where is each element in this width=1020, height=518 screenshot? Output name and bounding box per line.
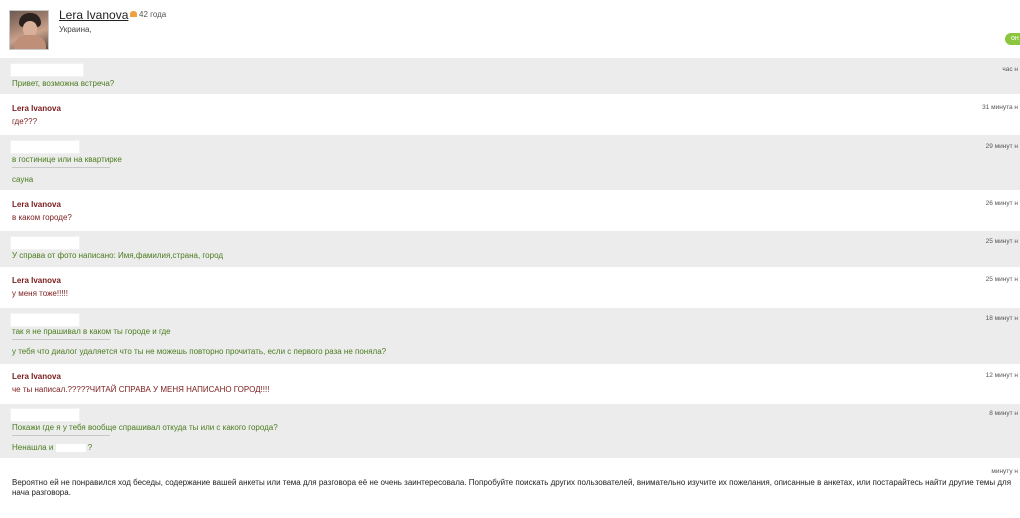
message-author[interactable]: Lera Ivanova	[12, 200, 61, 209]
message-text: У справа от фото написано: Имя,фамилия,с…	[12, 251, 224, 260]
avatar-body	[14, 35, 46, 49]
message-time: 12 минут н	[985, 372, 1018, 379]
message-text: в гостинице или на квартирке	[12, 155, 122, 164]
message-item: Lera Ivanova 26 минут н в каком городе?	[0, 190, 1020, 231]
message-author[interactable]: Lera Ivanova	[12, 276, 61, 285]
zodiac-icon	[130, 11, 137, 17]
message-divider	[12, 435, 110, 436]
message-time: час н	[1002, 66, 1018, 73]
message-text: у меня тоже!!!!!	[12, 289, 68, 298]
message-time: 31 минута н	[982, 104, 1018, 111]
message-text: сауна	[12, 175, 34, 184]
redacted-name	[55, 443, 86, 452]
message-text: где???	[12, 117, 38, 126]
message-text: Привет, возможна встреча?	[12, 79, 115, 88]
conversation-ended-notice: Вероятно ей не понравился ход беседы, со…	[12, 478, 1012, 497]
message-item: 25 минут н У справа от фото написано: Им…	[0, 231, 1020, 267]
message-divider	[12, 339, 110, 340]
message-text-part: Ненашла и	[12, 443, 54, 452]
message-item: Lera Ivanova 25 минут н у меня тоже!!!!!	[0, 267, 1020, 308]
redacted-author	[10, 313, 80, 327]
message-text: у тебя что диалог удаляется что ты не мо…	[12, 347, 387, 356]
profile-header: Lera Ivanova 42 года Украина, он	[0, 0, 1020, 58]
message-item: Lera Ivanova 12 минут н че ты написал.??…	[0, 364, 1020, 404]
message-time: 25 минут н	[985, 276, 1018, 283]
message-text: Ненашла и ?	[12, 443, 92, 452]
message-text-part: ?	[87, 443, 93, 452]
message-time: 26 минут н	[985, 200, 1018, 207]
message-time: 8 минут н	[989, 410, 1018, 417]
message-time: 18 минут н	[985, 315, 1018, 322]
avatar[interactable]	[9, 10, 49, 50]
message-text: Покажи где я у тебя вообще спрашивал отк…	[12, 423, 278, 432]
message-item: 18 минут н так я не прашивал в каком ты …	[0, 308, 1020, 364]
profile-name-link[interactable]: Lera Ivanova	[59, 8, 128, 22]
profile-age: 42 года	[139, 10, 167, 19]
message-time: 25 минут н	[985, 238, 1018, 245]
profile-location: Украина,	[59, 25, 92, 34]
message-author[interactable]: Lera Ivanova	[12, 372, 61, 381]
message-time: 29 минут н	[985, 143, 1018, 150]
online-status-button[interactable]: он	[1005, 33, 1020, 45]
message-text: че ты написал.?????ЧИТАЙ СПРАВА У МЕНЯ Н…	[12, 385, 270, 394]
message-text: в каком городе?	[12, 213, 72, 222]
redacted-author	[10, 236, 80, 250]
message-divider	[12, 167, 110, 168]
redacted-author	[10, 63, 84, 77]
message-text: так я не прашивал в каком ты городе и гд…	[12, 327, 171, 336]
redacted-author	[10, 408, 80, 422]
redacted-author	[10, 140, 80, 154]
notice-time: минуту н	[991, 468, 1018, 475]
message-author[interactable]: Lera Ivanova	[12, 104, 61, 113]
message-item: 29 минут н в гостинице или на квартирке …	[0, 135, 1020, 190]
message-item: час н Привет, возможна встреча?	[0, 58, 1020, 94]
message-item: Lera Ivanova 31 минута н где???	[0, 94, 1020, 135]
message-item: 8 минут н Покажи где я у тебя вообще спр…	[0, 404, 1020, 458]
